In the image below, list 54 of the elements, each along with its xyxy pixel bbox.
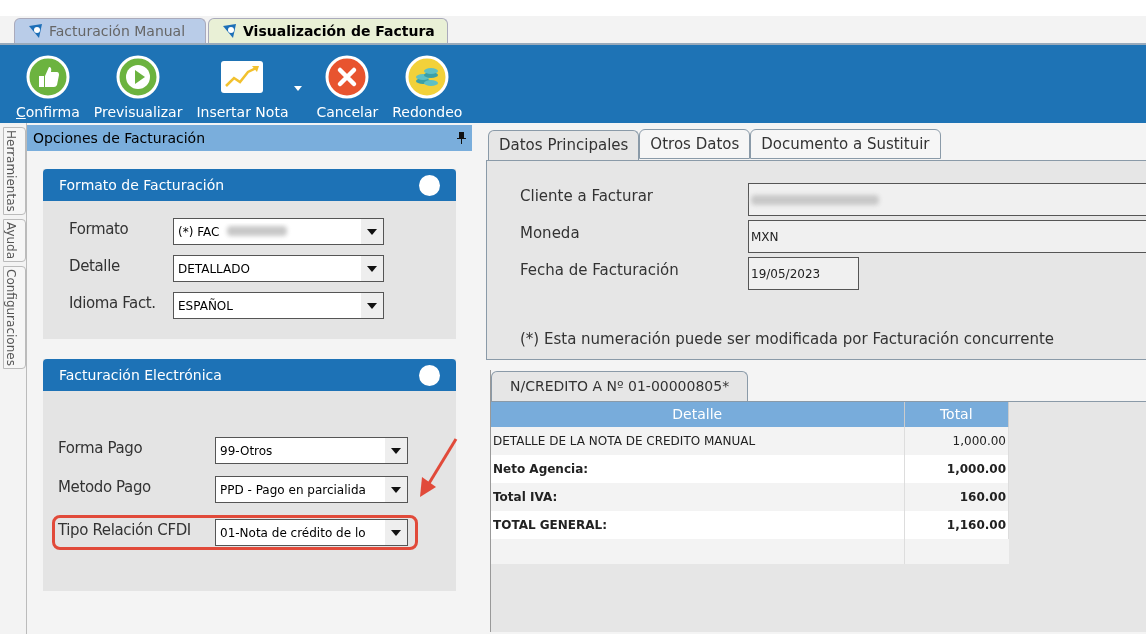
dropdown-arrow-icon — [391, 486, 401, 493]
dropdown-caret-icon[interactable] — [294, 86, 303, 91]
dropdown[interactable]: 01-Nota de crédito de lo — [215, 519, 408, 546]
field-label: Idioma Fact. — [69, 293, 157, 314]
toolbar-button[interactable]: Confirma — [16, 55, 80, 123]
dropdown[interactable]: DETALLADO — [173, 255, 384, 282]
field-label: Moneda — [520, 223, 581, 244]
dropdown[interactable]: PPD - Pago en parcialida — [215, 476, 408, 503]
dropdown-arrow-icon — [367, 228, 377, 235]
field-label: Formato — [69, 219, 130, 240]
thumbs-up-icon — [25, 55, 70, 99]
panel-title: Opciones de Facturación — [33, 128, 205, 148]
cancel-icon — [325, 55, 370, 99]
field-label: Tipo Relación CFDI — [58, 520, 192, 541]
side-tab[interactable]: Herramientas — [3, 127, 26, 215]
coins-icon — [405, 55, 450, 99]
detail-tab[interactable]: Otros Datos — [639, 129, 751, 159]
collapse-button[interactable] — [419, 364, 440, 386]
play-icon — [116, 55, 161, 99]
group-title: Formato de Facturación — [59, 175, 225, 195]
detail-tab[interactable]: Datos Principales — [488, 130, 640, 160]
toolbar-button[interactable]: Cancelar — [316, 55, 379, 123]
detail-tab[interactable]: Documento a Sustituir — [750, 129, 941, 159]
dropdown[interactable]: (*) FAC — [173, 218, 384, 245]
toolbar-button[interactable]: Redondeo — [392, 55, 463, 123]
dropdown[interactable]: 99-Otros — [215, 437, 408, 464]
logo-icon — [221, 22, 239, 40]
dropdown-arrow-icon — [391, 447, 401, 454]
field-label: Forma Pago — [58, 438, 144, 459]
dropdown[interactable]: ESPAÑOL — [173, 292, 384, 319]
side-tab[interactable]: Configuraciones — [3, 265, 26, 369]
redacted-text — [227, 225, 288, 236]
document-tab[interactable]: Visualización de Factura — [208, 18, 448, 43]
toolbar-button[interactable]: Previsualizar — [93, 55, 183, 123]
field-label: Cliente a Facturar — [520, 186, 654, 207]
field-label: Metodo Pago — [58, 477, 152, 498]
footnote: (*) Esta numeración puede ser modificada por Facturación concurrente — [520, 329, 1055, 350]
field-label: Detalle — [69, 256, 121, 277]
dropdown-arrow-icon — [367, 302, 377, 309]
group-title: Facturación Electrónica — [59, 365, 222, 385]
trend-chart-icon — [220, 60, 265, 94]
text-field[interactable]: 19/05/2023 — [748, 257, 859, 290]
logo-icon — [27, 22, 45, 40]
note-tab[interactable]: N/CREDITO A Nº 01-00000805* — [491, 371, 749, 401]
side-tab[interactable]: Ayuda — [3, 218, 26, 262]
document-tab[interactable]: Facturación Manual — [14, 18, 206, 43]
text-field[interactable]: MXN — [748, 220, 1146, 253]
dropdown-arrow-icon — [391, 529, 401, 536]
text-field[interactable] — [748, 183, 1146, 216]
pin-icon[interactable] — [457, 132, 466, 144]
toolbar-button[interactable]: Insertar Nota — [196, 55, 289, 123]
collapse-button[interactable] — [419, 174, 440, 196]
field-label: Fecha de Facturación — [520, 260, 680, 281]
dropdown-arrow-icon — [367, 265, 377, 272]
